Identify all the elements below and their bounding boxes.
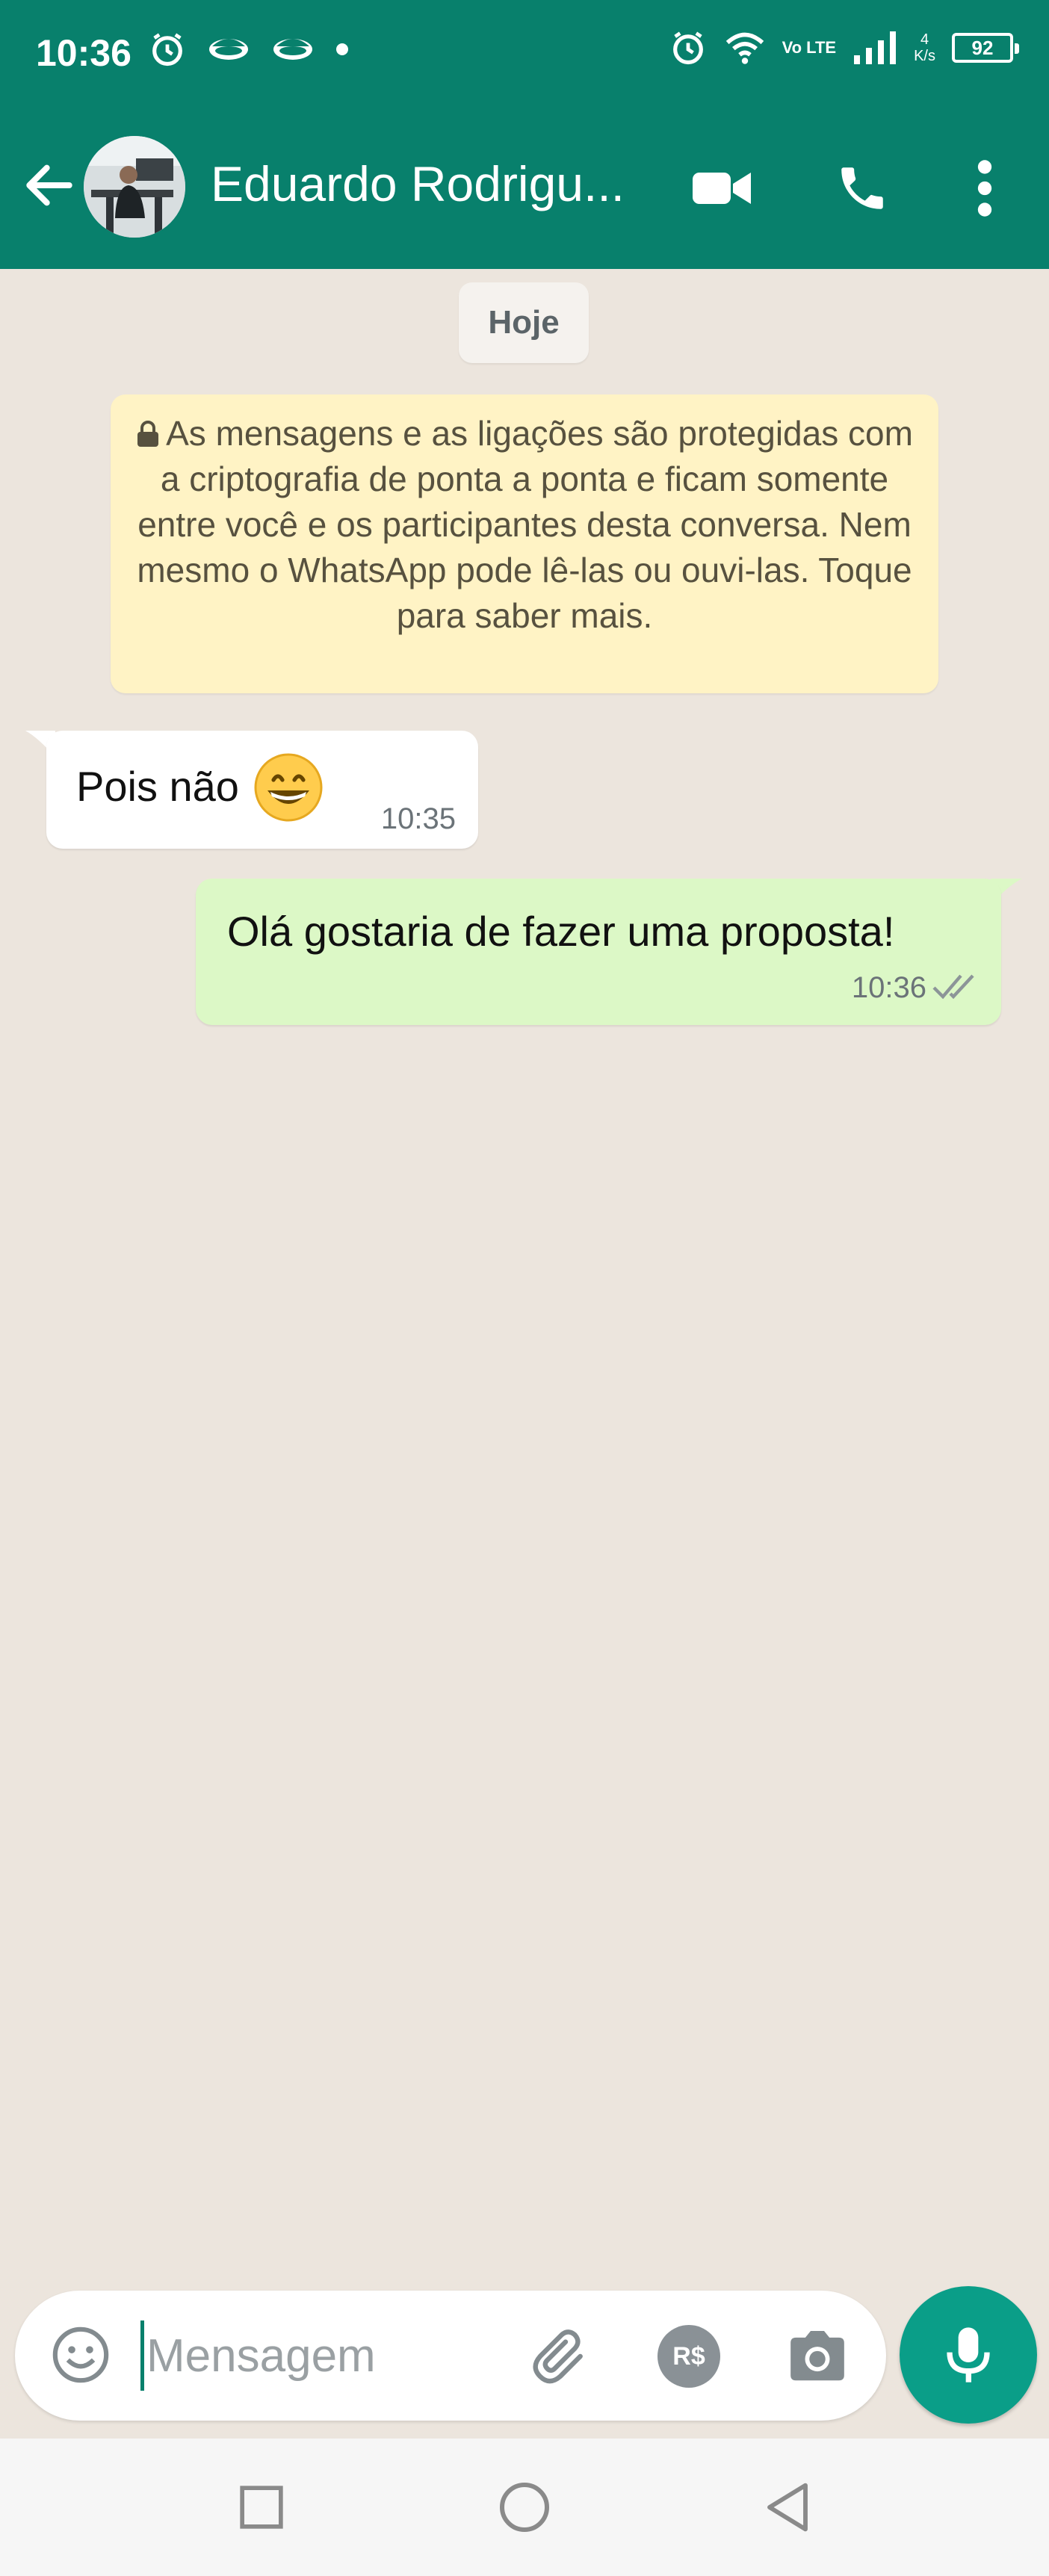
payment-label: R$	[672, 2341, 705, 2371]
triangle-back-icon	[767, 2483, 808, 2532]
video-call-button[interactable]	[684, 151, 759, 226]
payment-icon: R$	[657, 2325, 720, 2388]
alarm-icon	[152, 33, 182, 66]
voice-call-button[interactable]	[825, 151, 900, 226]
phone-icon	[841, 167, 883, 209]
voice-message-button[interactable]	[900, 2286, 1037, 2424]
video-call-icon	[693, 173, 751, 204]
message-time: 10:36	[851, 971, 926, 1004]
more-vert-icon	[977, 160, 992, 217]
message-text: Olá gostaria de fazer uma proposta!	[227, 908, 895, 955]
emoji-button[interactable]	[43, 2318, 118, 2392]
alarm-icon	[672, 31, 703, 65]
network-speed-value: 4	[920, 31, 929, 48]
contact-avatar[interactable]	[84, 136, 185, 238]
wifi-icon	[725, 32, 764, 64]
message-input[interactable]	[146, 2320, 505, 2391]
message-bubble-outgoing[interactable]: Olá gostaria de fazer uma proposta! 10:3…	[196, 879, 1001, 1025]
attach-button[interactable]	[520, 2318, 598, 2395]
status-left-icons	[148, 30, 350, 69]
network-speed-unit: K/s	[914, 48, 935, 64]
status-bar: 10:36 Vo LTE 4 K/s 92	[0, 0, 1049, 105]
square-icon	[240, 2486, 283, 2529]
message-text: Pois não	[76, 763, 239, 810]
battery-level: 92	[971, 36, 994, 59]
contact-name[interactable]: Eduardo Rodrigu...	[211, 155, 644, 212]
system-nav-bar	[0, 2439, 1049, 2576]
chat-area[interactable]: Hoje As mensagens e as ligações são prot…	[0, 269, 1049, 2286]
encryption-notice[interactable]: As mensagens e as ligações são protegida…	[111, 394, 938, 693]
grinning-face-icon	[254, 753, 323, 822]
camera-icon	[790, 2330, 844, 2381]
network-type: Vo LTE	[782, 38, 837, 57]
message-composer: R$	[15, 2291, 886, 2421]
text-cursor	[140, 2320, 144, 2391]
back-button[interactable]	[19, 155, 79, 215]
date-chip: Hoje	[459, 282, 589, 363]
more-options-button[interactable]	[947, 151, 1022, 226]
lock-icon	[137, 421, 159, 447]
message-time: 10:35	[380, 802, 456, 835]
battery-indicator: 92	[952, 33, 1019, 63]
double-check-icon	[932, 974, 974, 1000]
signal-icon	[854, 31, 897, 64]
emoji-icon	[52, 2326, 109, 2383]
payment-button[interactable]: R$	[650, 2318, 728, 2395]
paperclip-icon	[533, 2329, 583, 2384]
eye-icon	[273, 39, 312, 60]
status-time: 10:36	[36, 32, 131, 74]
encryption-notice-text: As mensagens e as ligações são protegida…	[137, 414, 913, 635]
message-bubble-incoming[interactable]: Pois não 10:35	[46, 731, 478, 849]
microphone-icon	[947, 2327, 990, 2383]
back-nav-button[interactable]	[750, 2470, 825, 2545]
eye-icon	[209, 39, 248, 60]
network-speed: 4 K/s	[914, 31, 935, 64]
status-right-icons: Vo LTE 4 K/s 92	[669, 28, 1019, 67]
dot-icon	[336, 43, 348, 55]
home-button[interactable]	[487, 2470, 562, 2545]
camera-button[interactable]	[779, 2318, 856, 2395]
avatar-photo	[84, 136, 185, 238]
chat-header: Eduardo Rodrigu...	[0, 105, 1049, 269]
back-arrow-icon	[26, 164, 72, 206]
recent-apps-button[interactable]	[224, 2470, 299, 2545]
circle-icon	[500, 2483, 549, 2532]
